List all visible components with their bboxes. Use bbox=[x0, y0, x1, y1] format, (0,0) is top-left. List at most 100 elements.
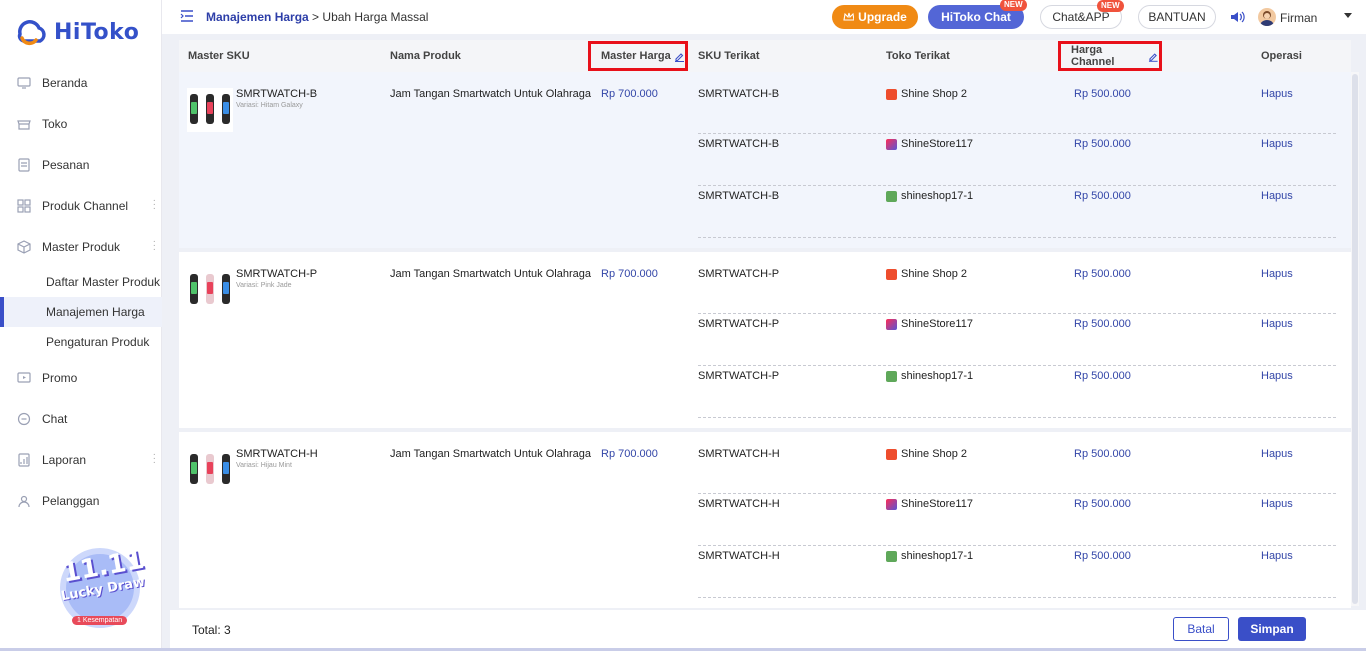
edit-pencil-icon[interactable] bbox=[674, 51, 685, 62]
promo-chance-badge: 1 Kesempatan bbox=[72, 616, 128, 625]
master-price[interactable]: Rp 700.000 bbox=[601, 448, 658, 460]
sidebar-item-beranda[interactable]: Beranda bbox=[0, 62, 162, 103]
lucky-draw-promo-badge[interactable]: 11.11 Lucky Draw 1 Kesempatan bbox=[50, 540, 150, 636]
speaker-icon[interactable] bbox=[1230, 10, 1246, 24]
master-sku: SMRTWATCH-B bbox=[236, 88, 318, 100]
sidebar-item-promo[interactable]: Promo bbox=[0, 357, 162, 398]
expand-dots-icon[interactable]: · · · bbox=[153, 237, 156, 255]
delete-link[interactable]: Hapus bbox=[1261, 448, 1293, 460]
chat-app-button[interactable]: Chat&APP NEW bbox=[1040, 0, 1124, 29]
hitoko-chat-button[interactable]: HiToko Chat NEW bbox=[928, 0, 1027, 29]
menu-collapse-icon[interactable] bbox=[180, 10, 194, 22]
channel-price[interactable]: Rp 500.000 bbox=[1074, 138, 1131, 150]
total-count: Total: 3 bbox=[192, 623, 231, 637]
channel-price[interactable]: Rp 500.000 bbox=[1074, 318, 1131, 330]
linked-sku: SMRTWATCH-P bbox=[698, 370, 780, 382]
channel-price[interactable]: Rp 500.000 bbox=[1074, 498, 1131, 510]
upgrade-button[interactable]: Upgrade bbox=[832, 5, 918, 29]
channel-price[interactable]: Rp 500.000 bbox=[1074, 550, 1131, 562]
sidebar-subitem-daftar-master-produk[interactable]: Daftar Master Produk bbox=[0, 267, 162, 297]
master-sku: SMRTWATCH-H bbox=[236, 448, 318, 460]
sidebar-item-laporan[interactable]: Laporan · · · bbox=[0, 439, 162, 480]
sidebar-item-label: Produk Channel bbox=[42, 198, 129, 213]
sidebar-item-toko[interactable]: Toko bbox=[0, 103, 162, 144]
breadcrumb-separator: > bbox=[312, 10, 320, 24]
store-name: Shine Shop 2 bbox=[901, 268, 968, 280]
column-channel-price[interactable]: Harga Channel bbox=[1058, 41, 1162, 71]
smartwatch-image bbox=[187, 88, 233, 132]
delete-link[interactable]: Hapus bbox=[1261, 88, 1293, 100]
delete-link[interactable]: Hapus bbox=[1261, 190, 1293, 202]
master-price[interactable]: Rp 700.000 bbox=[601, 268, 658, 280]
user-name[interactable]: Firman bbox=[1280, 11, 1317, 25]
help-button[interactable]: BANTUAN bbox=[1138, 5, 1216, 29]
sidebar-item-pelanggan[interactable]: Pelanggan bbox=[0, 480, 162, 521]
store-icon bbox=[16, 116, 32, 132]
sidebar-subitem-manajemen-harga[interactable]: Manajemen Harga bbox=[0, 297, 162, 327]
delete-link[interactable]: Hapus bbox=[1261, 138, 1293, 150]
column-master-price[interactable]: Master Harga bbox=[588, 41, 688, 71]
table-row: SMRTWATCH-B shineshop17-1 Rp 500.000 Hap… bbox=[698, 186, 1336, 238]
linked-store: shineshop17-1 bbox=[886, 550, 973, 562]
table-row: SMRTWATCH-B ShineStore117 Rp 500.000 Hap… bbox=[698, 134, 1336, 186]
linked-store: shineshop17-1 bbox=[886, 370, 973, 382]
price-table: Master SKU Nama Produk Master Harga SKU … bbox=[179, 40, 1351, 608]
channel-price[interactable]: Rp 500.000 bbox=[1074, 370, 1131, 382]
sidebar-item-label: Chat bbox=[42, 411, 68, 426]
scrollbar-thumb[interactable] bbox=[1352, 74, 1358, 604]
footer-bar: Total: 3 Batal Simpan bbox=[170, 610, 1366, 648]
store-name: ShineStore117 bbox=[901, 318, 973, 330]
linked-sku: SMRTWATCH-B bbox=[698, 190, 780, 202]
expand-dots-icon[interactable]: · · · bbox=[153, 196, 156, 214]
store-name: shineshop17-1 bbox=[901, 370, 974, 382]
master-price[interactable]: Rp 700.000 bbox=[601, 88, 658, 100]
linked-store: Shine Shop 2 bbox=[886, 268, 967, 280]
expand-dots-icon[interactable]: · · · bbox=[153, 450, 156, 468]
linked-sku: SMRTWATCH-H bbox=[698, 498, 780, 510]
grid-icon bbox=[16, 198, 32, 214]
delete-link[interactable]: Hapus bbox=[1261, 550, 1293, 562]
sidebar-item-label: Toko bbox=[42, 116, 68, 131]
save-button[interactable]: Simpan bbox=[1238, 617, 1306, 641]
cancel-button[interactable]: Batal bbox=[1173, 617, 1229, 641]
shopee-icon bbox=[886, 268, 897, 280]
sidebar-item-pesanan[interactable]: Pesanan bbox=[0, 144, 162, 185]
sidebar-item-label: Pesanan bbox=[42, 157, 90, 172]
sidebar-subitem-pengaturan-produk[interactable]: Pengaturan Produk bbox=[0, 327, 162, 357]
logo[interactable]: HiToko bbox=[14, 18, 139, 46]
store-name: ShineStore117 bbox=[901, 498, 973, 510]
channel-price[interactable]: Rp 500.000 bbox=[1074, 190, 1131, 202]
sidebar: HiToko Beranda Toko Pesanan Produk Chann… bbox=[0, 0, 162, 651]
delete-link[interactable]: Hapus bbox=[1261, 268, 1293, 280]
channel-price[interactable]: Rp 500.000 bbox=[1074, 448, 1131, 460]
breadcrumb-parent[interactable]: Manajemen Harga bbox=[206, 10, 309, 24]
sidebar-item-label: Beranda bbox=[42, 75, 88, 90]
help-label: BANTUAN bbox=[1148, 10, 1206, 24]
product-group: SMRTWATCH-B Variasi: Hitam Galaxy Jam Ta… bbox=[179, 72, 1351, 248]
cancel-label: Batal bbox=[1187, 622, 1215, 636]
delete-link[interactable]: Hapus bbox=[1261, 498, 1293, 510]
logo-text: HiToko bbox=[54, 19, 140, 45]
column-master-sku: Master SKU bbox=[188, 50, 250, 62]
store-name: shineshop17-1 bbox=[901, 550, 974, 562]
avatar[interactable] bbox=[1258, 8, 1276, 26]
master-sku: SMRTWATCH-P bbox=[236, 268, 318, 280]
sidebar-item-master-produk[interactable]: Master Produk · · · bbox=[0, 226, 162, 267]
edit-pencil-icon[interactable] bbox=[1148, 51, 1159, 62]
linked-sku: SMRTWATCH-H bbox=[698, 550, 780, 562]
topbar: Manajemen Harga > Ubah Harga Massal Upgr… bbox=[162, 0, 1366, 34]
channel-price[interactable]: Rp 500.000 bbox=[1074, 268, 1131, 280]
delete-link[interactable]: Hapus bbox=[1261, 318, 1293, 330]
delete-link[interactable]: Hapus bbox=[1261, 370, 1293, 382]
column-channel-price-label: Harga Channel bbox=[1071, 44, 1115, 68]
new-badge: NEW bbox=[1000, 0, 1027, 11]
channel-price[interactable]: Rp 500.000 bbox=[1074, 88, 1131, 100]
customer-icon bbox=[16, 493, 32, 509]
sidebar-item-label: Promo bbox=[42, 370, 78, 385]
report-icon bbox=[16, 452, 32, 468]
sidebar-item-produk-channel[interactable]: Produk Channel · · · bbox=[0, 185, 162, 226]
sidebar-item-chat[interactable]: Chat bbox=[0, 398, 162, 439]
chevron-down-icon[interactable] bbox=[1344, 13, 1352, 18]
linked-store: Shine Shop 2 bbox=[886, 88, 967, 100]
linked-sku: SMRTWATCH-B bbox=[698, 138, 780, 150]
